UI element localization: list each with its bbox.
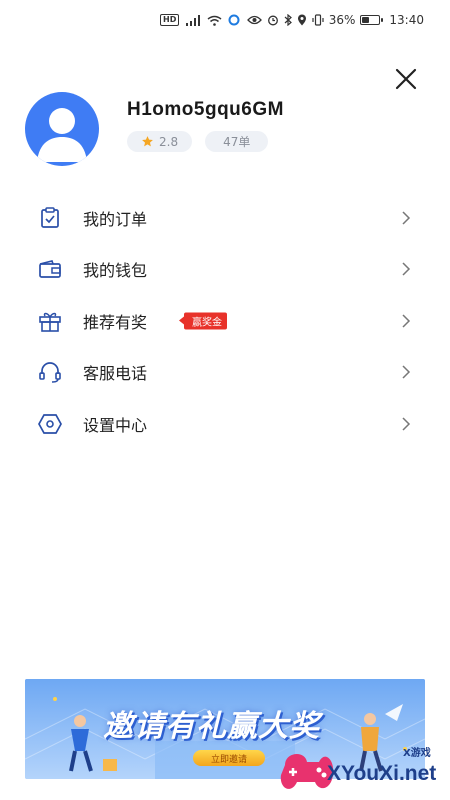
clipboard-check-icon bbox=[37, 205, 63, 231]
rating-value: 2.8 bbox=[159, 134, 179, 149]
username: H1omo5gqu6GM bbox=[127, 99, 284, 120]
menu-item-support[interactable]: 客服电话 bbox=[0, 347, 450, 399]
gamepad-logo-icon bbox=[280, 754, 334, 789]
menu-label-referral: 推荐有奖 bbox=[83, 312, 148, 332]
orders-count: 47单 bbox=[223, 135, 251, 149]
orders-badge: 47单 bbox=[205, 131, 269, 152]
invite-now-button[interactable]: 立即邀请 bbox=[193, 750, 265, 766]
menu-label-wallet: 我的钱包 bbox=[83, 261, 148, 281]
menu-label-support: 客服电话 bbox=[83, 364, 148, 384]
watermark-small-text: X游戏 bbox=[403, 748, 431, 759]
close-button[interactable] bbox=[392, 65, 420, 93]
rating-badge: 2.8 bbox=[127, 131, 193, 152]
profile-badges: 2.8 47单 bbox=[127, 131, 269, 152]
star-icon bbox=[142, 136, 153, 147]
watermark-text: XYouXi.net bbox=[327, 762, 437, 785]
settings-hexagon-icon bbox=[37, 411, 63, 437]
user-silhouette-icon bbox=[37, 108, 87, 162]
gift-icon bbox=[37, 308, 63, 334]
avatar[interactable] bbox=[25, 92, 99, 166]
hd-icon: HD bbox=[160, 14, 180, 26]
battery-percent: 36% bbox=[328, 13, 356, 27]
signal-icon bbox=[185, 14, 201, 26]
vibrate-icon bbox=[312, 14, 324, 26]
headset-icon bbox=[37, 359, 63, 385]
chevron-right-icon bbox=[402, 417, 411, 431]
wifi-icon bbox=[207, 15, 222, 26]
location-icon bbox=[297, 14, 307, 26]
promo-tag: 赢奖金 bbox=[179, 312, 227, 330]
menu-item-settings[interactable]: 设置中心 bbox=[0, 398, 450, 450]
app-notification-icon bbox=[228, 14, 240, 26]
wallet-icon bbox=[37, 256, 63, 282]
menu-item-referral[interactable]: 推荐有奖 赢奖金 bbox=[0, 295, 450, 347]
menu-item-wallet[interactable]: 我的钱包 bbox=[0, 244, 450, 296]
menu-label-settings: 设置中心 bbox=[83, 415, 148, 435]
status-bar: HD 36% 13:40 bbox=[0, 0, 450, 40]
status-left-icons: HD bbox=[160, 14, 240, 26]
bluetooth-icon bbox=[284, 14, 292, 26]
chevron-right-icon bbox=[402, 365, 411, 379]
chevron-right-icon bbox=[402, 262, 411, 276]
menu-list: 我的订单 我的钱包 推荐有奖 赢奖金 客服电话 设置中心 bbox=[0, 192, 450, 450]
chevron-right-icon bbox=[402, 211, 411, 225]
close-icon bbox=[395, 68, 417, 90]
site-watermark: X游戏 XYouXi.net bbox=[275, 738, 450, 800]
chevron-right-icon bbox=[402, 314, 411, 328]
alarm-icon bbox=[267, 14, 279, 26]
eye-icon bbox=[246, 15, 262, 25]
menu-label-orders: 我的订单 bbox=[83, 209, 148, 229]
menu-item-orders[interactable]: 我的订单 bbox=[0, 192, 450, 244]
clock: 13:40 bbox=[389, 13, 424, 27]
battery-icon bbox=[360, 15, 384, 25]
